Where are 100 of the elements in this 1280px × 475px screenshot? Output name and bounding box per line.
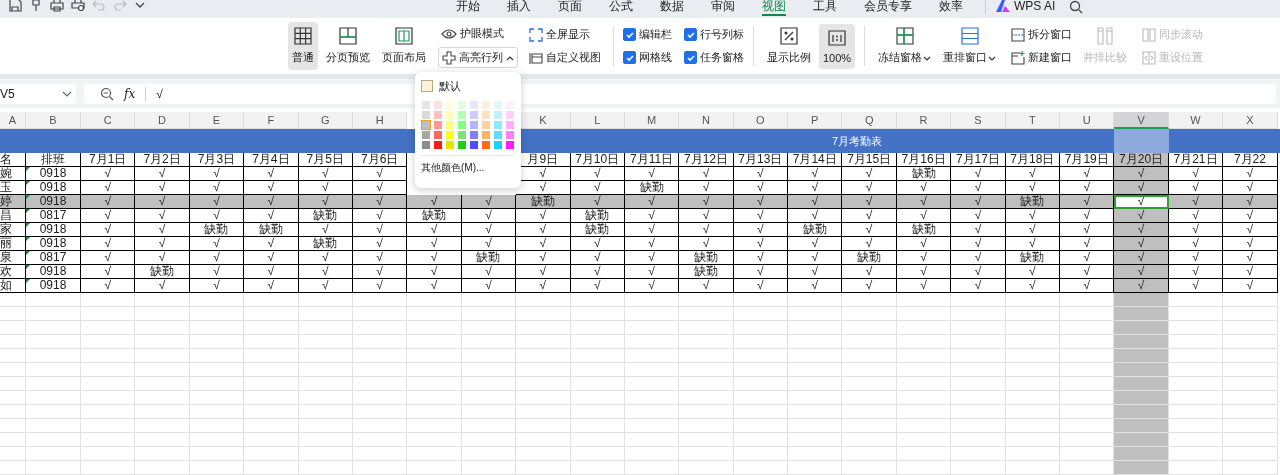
view-mode-button[interactable]: 分页预览 [322, 22, 374, 70]
table-cell: 缺勤 [1005, 251, 1061, 265]
page-layout-icon [395, 27, 413, 45]
empty-cell [733, 447, 789, 461]
custom-view-button[interactable]: 自定义视图 [526, 48, 604, 67]
table-cell: √ [1223, 265, 1278, 279]
table-cell: √ [298, 279, 353, 293]
checkbox-option[interactable]: 任务窗格 [684, 50, 744, 65]
view-mode-button[interactable]: 页面布局 [378, 22, 430, 70]
menu-tab[interactable]: 开始 [456, 0, 480, 16]
column-header[interactable]: Q [842, 112, 897, 129]
checkbox[interactable] [623, 28, 636, 41]
column-header[interactable]: U [1060, 112, 1115, 129]
menu-tab[interactable]: 工具 [813, 0, 837, 16]
empty-cell [407, 335, 462, 349]
empty-cell [461, 335, 517, 349]
column-header[interactable]: N [679, 112, 734, 129]
menu-tab[interactable]: 页面 [558, 0, 582, 16]
table-cell: 昌 [0, 209, 26, 223]
column-header[interactable]: R [896, 112, 952, 129]
undo-icon[interactable] [92, 0, 106, 12]
table-cell: √ [679, 223, 734, 237]
empty-cell [189, 419, 245, 433]
color-swatch[interactable] [421, 120, 431, 130]
table-cell: 缺勤 [570, 209, 625, 223]
column-header[interactable]: L [570, 112, 625, 129]
checkbox-option[interactable]: 网格线 [623, 50, 672, 65]
crosshair-cells-icon [442, 50, 456, 65]
menu-tab[interactable]: 会员专享 [864, 0, 912, 16]
column-header[interactable]: M [624, 112, 680, 129]
empty-cell [570, 307, 625, 321]
column-header[interactable]: T [1005, 112, 1061, 129]
column-header[interactable]: D [135, 112, 190, 129]
checkbox[interactable] [684, 51, 697, 64]
menu-tab[interactable]: 数据 [660, 0, 684, 16]
checkbox-option[interactable]: 编辑栏 [623, 27, 672, 42]
header-cell: 7月2日 [135, 153, 190, 167]
split-window-button[interactable]: 拆分窗口 [1008, 25, 1076, 44]
menu-tab[interactable]: 公式 [609, 0, 633, 16]
column-header[interactable]: F [244, 112, 299, 129]
checkbox[interactable] [684, 28, 697, 41]
empty-cell [951, 405, 1006, 419]
checkbox-option[interactable]: 行号列标 [684, 27, 744, 42]
brush-icon[interactable] [29, 0, 43, 12]
print-icon[interactable] [50, 0, 64, 12]
menu-tab[interactable]: 效率 [939, 0, 963, 16]
fullscreen-button[interactable]: 全屏显示 [526, 25, 604, 44]
save-icon[interactable] [8, 0, 22, 12]
eye-mode-button[interactable]: 护眼模式 [438, 24, 518, 43]
empty-cell [570, 391, 625, 405]
column-header[interactable]: X [1223, 112, 1278, 129]
empty-cell [407, 307, 462, 321]
more-colors-option[interactable]: 其他颜色(M)... [421, 161, 515, 175]
table-cell: √ [788, 195, 843, 209]
empty-cell [896, 461, 952, 475]
percent-icon [780, 27, 798, 45]
column-header[interactable]: V [1114, 112, 1169, 129]
empty-cell [461, 307, 517, 321]
column-header[interactable]: P [788, 112, 843, 129]
table-cell: √ [461, 237, 517, 251]
highlight-button[interactable]: 高亮行列 [438, 47, 518, 68]
freeze-panes-button[interactable]: 冻结窗格 [874, 22, 936, 70]
empty-cell [135, 419, 190, 433]
table-cell: √ [461, 223, 517, 237]
menu-tab[interactable]: 插入 [507, 0, 531, 16]
zoom-button[interactable]: 显示比例 [763, 22, 815, 70]
print-preview-icon[interactable] [71, 0, 85, 12]
column-header[interactable]: S [951, 112, 1006, 129]
view-mode-button[interactable]: 普通 [288, 22, 318, 70]
column-header[interactable]: W [1168, 112, 1224, 129]
column-header[interactable]: A [0, 112, 26, 129]
menu-tab[interactable]: 审阅 [711, 0, 735, 16]
column-header[interactable]: G [298, 112, 353, 129]
column-header[interactable]: E [189, 112, 245, 129]
column-header[interactable]: B [26, 112, 81, 129]
empty-cell [244, 377, 299, 391]
redo-icon[interactable] [113, 0, 127, 12]
column-header[interactable]: O [733, 112, 789, 129]
column-header[interactable]: H [352, 112, 408, 129]
empty-cell [570, 349, 625, 363]
table-cell: 缺勤 [570, 223, 625, 237]
empty-cell [679, 321, 734, 335]
menu-tab[interactable]: 视图 [762, 0, 786, 16]
search-icon[interactable] [1069, 0, 1084, 14]
table-cell: √ [788, 265, 843, 279]
zoom-100-button[interactable]: 100% [819, 23, 856, 69]
ai-button[interactable]: WPS AI [996, 0, 1056, 12]
name-box[interactable]: V5 [0, 83, 76, 104]
table-cell: √ [298, 251, 353, 265]
empty-cell [624, 349, 680, 363]
sheet-title: 7月考勤表 [832, 134, 883, 149]
empty-cell [135, 433, 190, 447]
arrange-windows-button[interactable]: 重排窗口 [939, 22, 1001, 70]
table-cell: √ [1168, 223, 1224, 237]
empty-cell [407, 363, 462, 377]
checkbox[interactable] [623, 51, 636, 64]
empty-cell [461, 447, 517, 461]
new-window-button[interactable]: 新建窗口 [1008, 48, 1076, 67]
table-cell: √ [624, 265, 680, 279]
column-header[interactable]: C [81, 112, 136, 129]
